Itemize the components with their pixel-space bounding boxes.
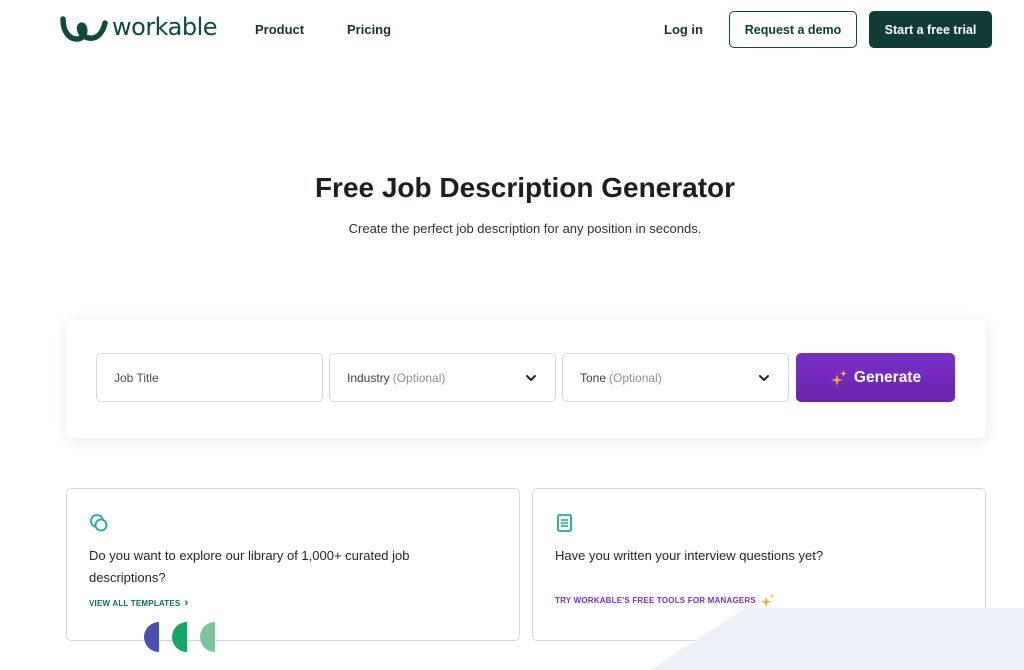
half-circle-green-icon (172, 622, 187, 652)
request-demo-button[interactable]: Request a demo (729, 11, 857, 48)
nav-pricing[interactable]: Pricing (347, 22, 391, 37)
start-trial-button[interactable]: Start a free trial (869, 11, 992, 48)
workable-logo[interactable]: workable (60, 13, 218, 44)
tone-select[interactable]: Tone (Optional) (562, 353, 789, 402)
half-circle-blue-icon (144, 622, 159, 652)
view-all-templates-link[interactable]: VIEW ALL TEMPLATES › (89, 597, 188, 609)
decorative-background-shape (650, 608, 1024, 670)
view-all-templates-label: VIEW ALL TEMPLATES (89, 598, 181, 608)
login-link[interactable]: Log in (664, 22, 703, 37)
job-title-field[interactable] (96, 353, 323, 402)
logo-wordmark: workable (112, 13, 218, 41)
free-tools-link[interactable]: TRY WORKABLE'S FREE TOOLS FOR MANAGERS (555, 592, 776, 608)
chevron-down-icon (526, 375, 536, 381)
half-circle-light-green-icon (200, 622, 215, 652)
industry-select[interactable]: Industry (Optional) (329, 353, 556, 402)
tone-label: Tone (580, 370, 607, 385)
chevron-right-icon: › (184, 597, 189, 609)
chevron-down-icon (759, 375, 769, 381)
sparkle-icon (830, 369, 847, 386)
nav-product[interactable]: Product (255, 22, 304, 37)
industry-optional-label: (Optional) (392, 370, 446, 385)
templates-card: Do you want to explore our library of 1,… (66, 488, 520, 641)
chat-bubbles-icon (90, 514, 108, 532)
workable-logo-icon (60, 16, 108, 42)
page-title: Free Job Description Generator (314, 172, 736, 203)
tone-optional-label: (Optional) (609, 370, 662, 385)
decorative-half-circles (143, 622, 215, 652)
sparkle-icon (760, 592, 776, 608)
interview-questions-card-text: Have you written your interview question… (555, 548, 824, 563)
document-icon (557, 514, 572, 532)
free-tools-label: TRY WORKABLE'S FREE TOOLS FOR MANAGERS (555, 595, 756, 605)
job-title-input[interactable] (114, 370, 304, 385)
industry-label: Industry (347, 370, 390, 385)
templates-card-text: Do you want to explore our library of 1,… (89, 548, 410, 585)
generator-form: Industry (Optional) Tone (Optional) Gene… (66, 320, 986, 438)
page-subtitle: Create the perfect job description for a… (348, 221, 702, 236)
site-header: workable Product Pricing Log in Request … (0, 0, 1024, 60)
generate-button[interactable]: Generate (796, 353, 955, 402)
generate-button-label: Generate (853, 368, 922, 386)
